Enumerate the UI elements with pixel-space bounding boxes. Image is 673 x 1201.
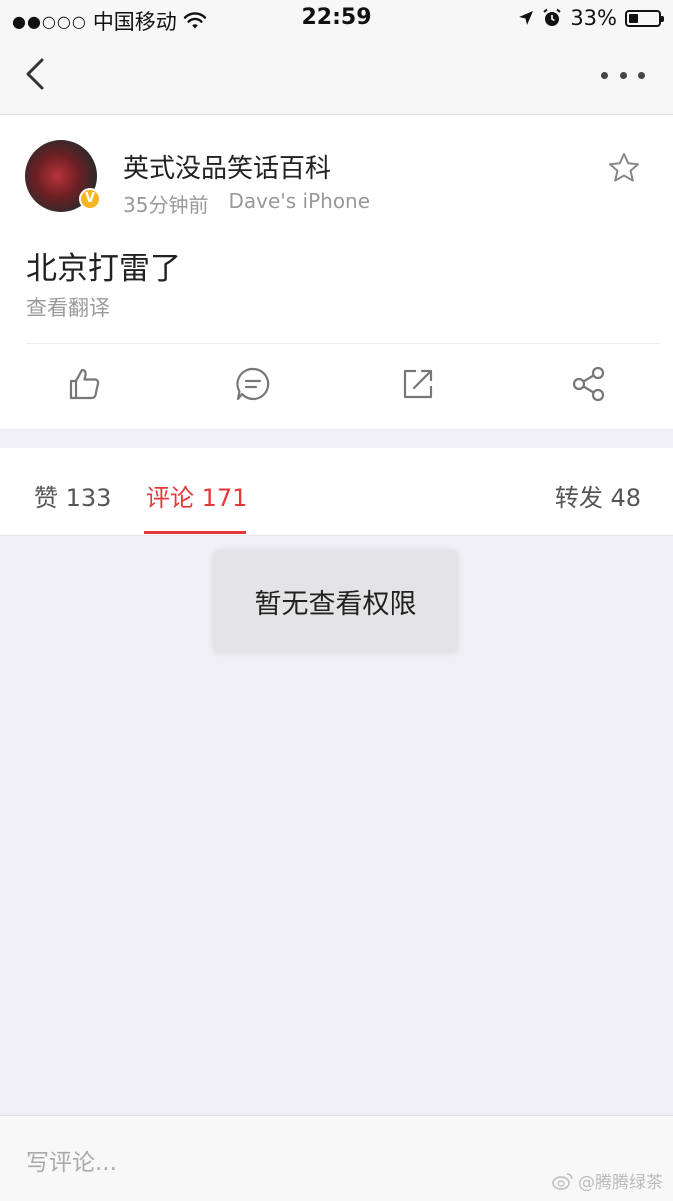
- watermark-text: @腾腾绿茶: [578, 1173, 663, 1193]
- post-device: Dave's iPhone: [228, 189, 371, 213]
- active-tab-indicator: [144, 531, 246, 534]
- post-time: 35分钟前: [123, 193, 209, 217]
- comment-input[interactable]: [26, 1146, 466, 1180]
- tab-comments[interactable]: 评论 171: [146, 478, 247, 513]
- comment-button[interactable]: [233, 364, 273, 404]
- battery-percent: 33%: [570, 6, 617, 30]
- share-button[interactable]: [569, 364, 609, 404]
- like-button[interactable]: [64, 364, 104, 404]
- repost-button[interactable]: [398, 364, 438, 404]
- post-text: 北京打雷了: [26, 251, 181, 287]
- navigation-bar: [0, 38, 673, 115]
- favorite-star-icon[interactable]: [607, 151, 641, 185]
- avatar[interactable]: V: [25, 140, 101, 212]
- more-dot-icon: [638, 71, 645, 79]
- status-right: 33%: [518, 6, 664, 30]
- tab-reposts[interactable]: 转发 48: [555, 478, 641, 513]
- watermark: @腾腾绿茶: [552, 1168, 663, 1193]
- translate-link[interactable]: 查看翻译: [26, 292, 110, 322]
- location-arrow-icon: [519, 11, 534, 25]
- action-bar: [0, 344, 673, 429]
- more-dot-icon: [601, 71, 608, 79]
- post-meta: 35分钟前 Dave's iPhone: [123, 189, 370, 218]
- permission-toast: 暂无查看权限: [213, 550, 458, 653]
- post-card: V 英式没品笑话百科 35分钟前 Dave's iPhone 北京打雷了 查看翻…: [0, 115, 673, 429]
- back-button[interactable]: [18, 54, 58, 94]
- battery-level: [629, 13, 638, 23]
- status-bar: ●●○○○ 中国移动 22:59 33%: [0, 0, 673, 38]
- author-name[interactable]: 英式没品笑话百科: [123, 148, 331, 185]
- tab-bar: 赞 133 评论 171 转发 48: [0, 448, 673, 536]
- tab-likes[interactable]: 赞 133: [34, 478, 111, 513]
- more-dot-icon: [619, 71, 627, 79]
- battery-icon: [625, 9, 664, 27]
- verified-badge-icon: V: [79, 188, 101, 210]
- toast-message: 暂无查看权限: [254, 589, 417, 620]
- comment-bar: @腾腾绿茶: [0, 1115, 673, 1201]
- weibo-logo-icon: [552, 1172, 573, 1190]
- alarm-icon: [543, 8, 561, 26]
- more-options-button[interactable]: [601, 68, 645, 82]
